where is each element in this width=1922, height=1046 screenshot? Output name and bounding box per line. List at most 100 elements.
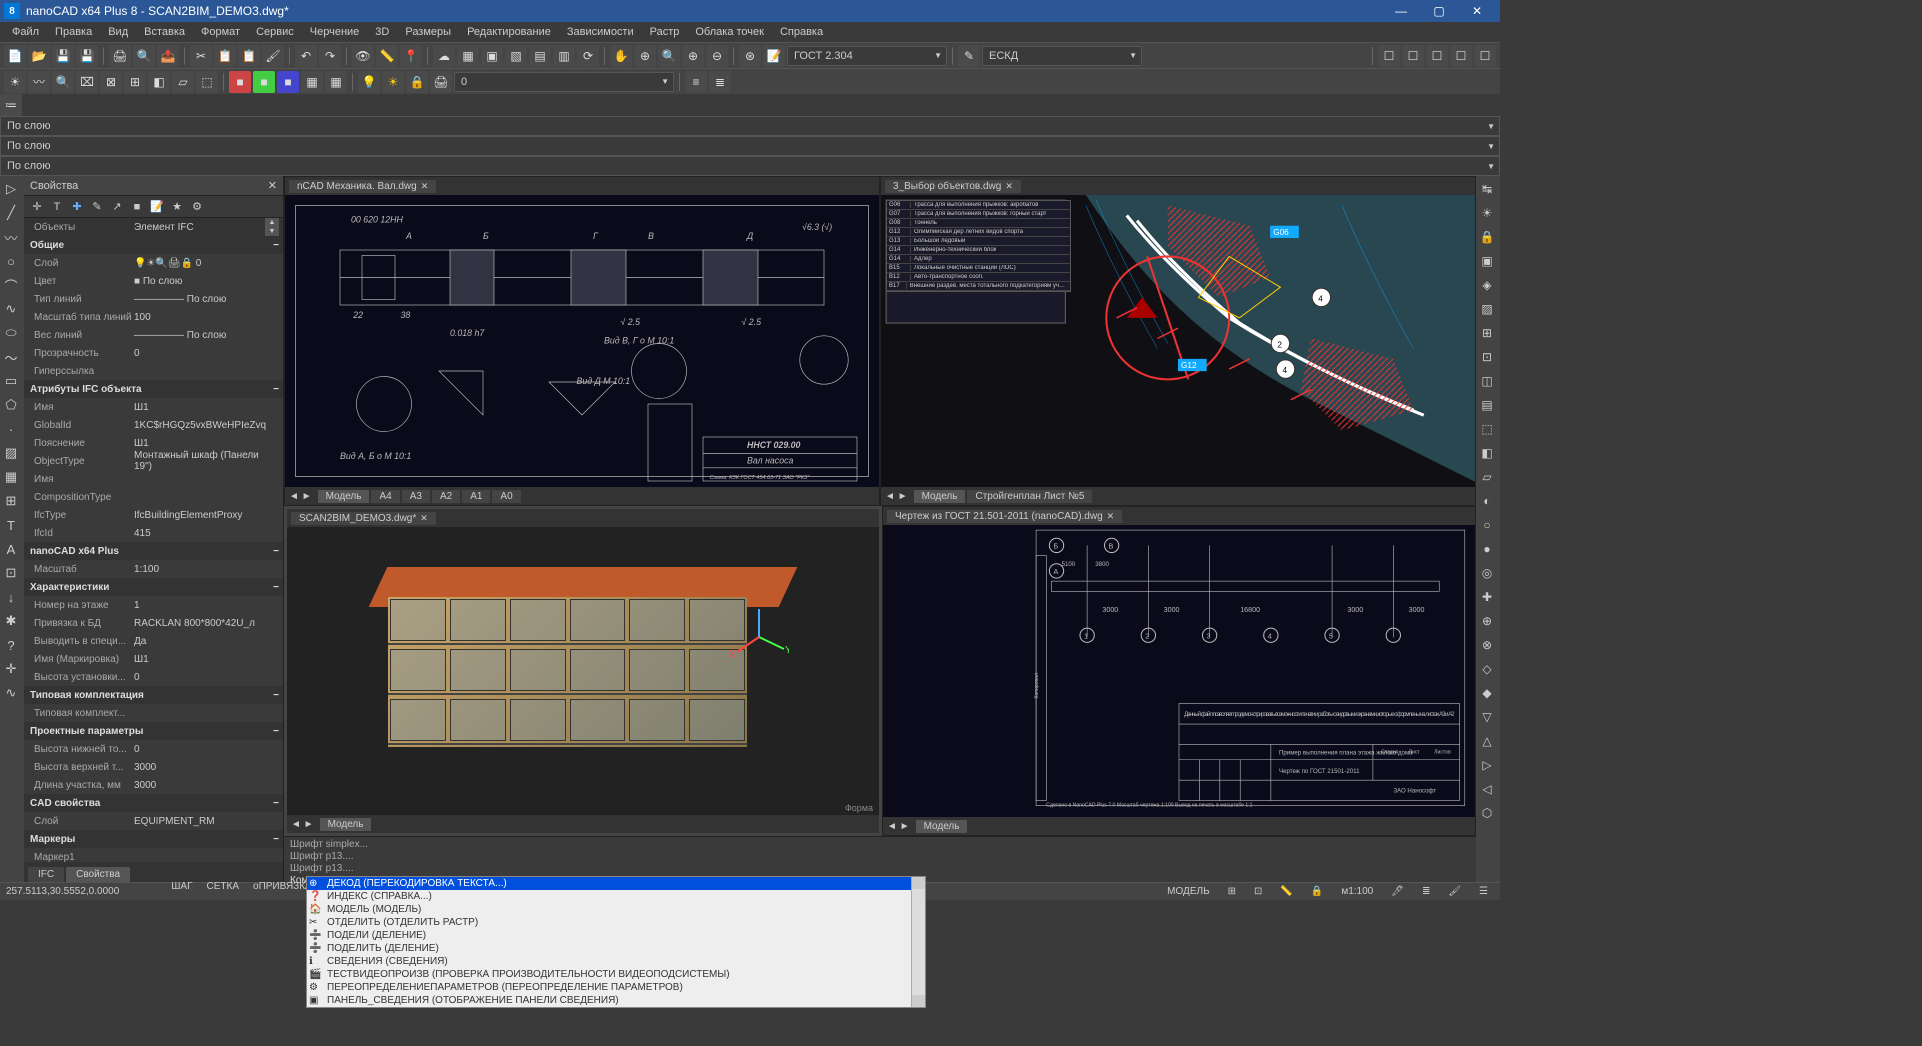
star-icon[interactable]: ✱ xyxy=(0,610,22,632)
viewport-bottom-tab[interactable]: A2 xyxy=(432,490,460,503)
form2-icon[interactable]: ▣ xyxy=(481,45,503,67)
viewport-bottom-tab[interactable]: A1 xyxy=(462,490,490,503)
properties-body[interactable]: Общие−Слой💡☀🔍🖨🔒 0Цвет■ По слоюТип линий—… xyxy=(24,236,283,862)
polyline-icon[interactable]: 〰 xyxy=(0,226,22,248)
props-row[interactable]: ObjectTypeМонтажный шкаф (Панели 19") xyxy=(24,452,283,470)
props-tb-8[interactable]: ★ xyxy=(168,198,186,216)
lineweight-dropdown[interactable]: По слою xyxy=(0,156,1500,176)
just-icon-1[interactable]: ≡ xyxy=(685,71,707,93)
spline-icon[interactable]: ～ xyxy=(0,346,22,368)
r-icon-27[interactable]: ⬡ xyxy=(1476,802,1498,824)
form4-icon[interactable]: ▤ xyxy=(529,45,551,67)
close-button[interactable]: ✕ xyxy=(1458,0,1496,22)
redo-icon[interactable]: ↷ xyxy=(319,45,341,67)
v2-canvas[interactable]: G06 G12 2 4 4 xyxy=(881,195,1475,487)
props-section[interactable]: Атрибуты IFC объекта− xyxy=(24,380,283,398)
form-icon[interactable]: ▦ xyxy=(457,45,479,67)
autocomplete-item[interactable]: 🎬ТЕСТВИДЕОПРОИЗВ (ПРОВЕРКА ПРОИЗВОДИТЕЛЬ… xyxy=(307,968,925,981)
sb-menu-icon[interactable]: ☰ xyxy=(1473,885,1494,898)
props-row[interactable]: Имя (Маркировка)Ш1 xyxy=(24,650,283,668)
props-row[interactable]: Маркер1 xyxy=(24,848,283,862)
viewport-bottom-tab[interactable]: A4 xyxy=(371,490,399,503)
menu-облака точек[interactable]: Облака точек xyxy=(687,24,772,40)
zoomout-icon[interactable]: ⊖ xyxy=(706,45,728,67)
menu-зависимости[interactable]: Зависимости xyxy=(559,24,642,40)
r-icon-19[interactable]: ⊕ xyxy=(1476,610,1498,632)
props-row[interactable]: Вес линий————— По слою xyxy=(24,326,283,344)
props-section[interactable]: Характеристики− xyxy=(24,578,283,596)
autocomplete-item[interactable]: ➗ПОДЕЛИТЬ (ДЕЛЕНИЕ) xyxy=(307,942,925,955)
cut-icon[interactable]: ✂ xyxy=(190,45,212,67)
r-icon-26[interactable]: ◁ xyxy=(1476,778,1498,800)
props-row[interactable]: IfcTypeIfcBuildingElementProxy xyxy=(24,506,283,524)
ellipse-icon[interactable]: ⬭ xyxy=(0,322,22,344)
t2-icon-1[interactable]: ☀ xyxy=(4,71,26,93)
props-row[interactable]: GlobalId1KC$rHGQz5vxBWeHPIeZvq xyxy=(24,416,283,434)
zoomext-icon[interactable]: ⊕ xyxy=(634,45,656,67)
format-paint-icon[interactable]: 🖌 xyxy=(262,45,284,67)
viewport-bottom-tab[interactable]: A0 xyxy=(492,490,520,503)
form3-icon[interactable]: ▧ xyxy=(505,45,527,67)
props-tb-2[interactable]: T xyxy=(48,198,66,216)
t2-icon-2[interactable]: 〰 xyxy=(28,71,50,93)
menu-размеры[interactable]: Размеры xyxy=(397,24,459,40)
menu-сервис[interactable]: Сервис xyxy=(248,24,302,40)
r-icon-18[interactable]: ✚ xyxy=(1476,586,1498,608)
r-icon-21[interactable]: ◇ xyxy=(1476,658,1498,680)
props-row[interactable]: Высота верхней т...3000 xyxy=(24,758,283,776)
polygon-icon[interactable]: ⬠ xyxy=(0,394,22,416)
r-icon-9[interactable]: ◫ xyxy=(1476,370,1498,392)
arc-icon[interactable]: ⌒ xyxy=(0,274,22,296)
win5-icon[interactable]: ☐ xyxy=(1474,45,1496,67)
refresh-icon[interactable]: ⟳ xyxy=(577,45,599,67)
props-section[interactable]: nanoCAD x64 Plus− xyxy=(24,542,283,560)
autocomplete-item[interactable]: 🏠МОДЕЛЬ (МОДЕЛЬ) xyxy=(307,903,925,916)
win1-icon[interactable]: ☐ xyxy=(1378,45,1400,67)
object-nav-down-icon[interactable]: ▼ xyxy=(265,227,279,236)
help-icon[interactable]: ? xyxy=(0,634,22,656)
cloud-icon[interactable]: ☁ xyxy=(433,45,455,67)
font-dropdown[interactable]: ГОСТ 2.304 xyxy=(787,46,947,66)
mtext-icon[interactable]: A xyxy=(0,538,22,560)
v3-tab[interactable]: SCAN2BIM_DEMO3.dwg*✕ xyxy=(291,512,436,525)
r-icon-10[interactable]: ▤ xyxy=(1476,394,1498,416)
maximize-button[interactable]: ▢ xyxy=(1420,0,1458,22)
paste-icon[interactable]: 📋 xyxy=(238,45,260,67)
r-icon-5[interactable]: ◈ xyxy=(1476,274,1498,296)
orbit-icon[interactable]: ⊛ xyxy=(739,45,761,67)
insert-icon[interactable]: ↓ xyxy=(0,586,22,608)
viewport-bottom-tab[interactable]: A3 xyxy=(402,490,430,503)
t2-icon-3[interactable]: 🔍 xyxy=(52,71,74,93)
r-icon-2[interactable]: ☀ xyxy=(1476,202,1498,224)
hatch-icon[interactable]: ▨ xyxy=(0,442,22,464)
props-row[interactable]: CompositionType xyxy=(24,488,283,506)
props-row[interactable]: Имя xyxy=(24,470,283,488)
layer-dropdown[interactable]: 0 xyxy=(454,72,674,92)
t2-color-5[interactable]: ▦ xyxy=(325,71,347,93)
r-icon-17[interactable]: ◎ xyxy=(1476,562,1498,584)
props-row[interactable]: IfcId415 xyxy=(24,524,283,542)
form5-icon[interactable]: ▥ xyxy=(553,45,575,67)
props-row[interactable]: Гиперссылка xyxy=(24,362,283,380)
layer-sun-icon[interactable]: ☀ xyxy=(382,71,404,93)
pointer-icon[interactable]: ▷ xyxy=(0,178,22,200)
sb-toggle-шаг[interactable]: ШАГ xyxy=(165,880,198,904)
sb-toggle-сетка[interactable]: СЕТКА xyxy=(201,880,246,904)
t2-icon-9[interactable]: ⬚ xyxy=(196,71,218,93)
autocomplete-item[interactable]: ➗ПОДЕЛИ (ДЕЛЕНИЕ) xyxy=(307,929,925,942)
v2-tab-close-icon[interactable]: ✕ xyxy=(1005,181,1013,191)
copy-icon[interactable]: 📋 xyxy=(214,45,236,67)
props-tb-6[interactable]: ■ xyxy=(128,198,146,216)
table-icon[interactable]: ⊞ xyxy=(0,490,22,512)
r-icon-11[interactable]: ⬚ xyxy=(1476,418,1498,440)
tab-ifc[interactable]: IFC xyxy=(28,867,64,882)
props-section[interactable]: Типовая комплектация− xyxy=(24,686,283,704)
props-row[interactable]: Типовая комплект... xyxy=(24,704,283,722)
t2-color-3[interactable]: ■ xyxy=(277,71,299,93)
t2-icon-8[interactable]: ▱ xyxy=(172,71,194,93)
v4-tab-close-icon[interactable]: ✕ xyxy=(1107,511,1115,521)
viewer-icon[interactable]: 👁 xyxy=(352,45,374,67)
r-icon-14[interactable]: ◐ xyxy=(1476,490,1498,512)
props-row[interactable]: Привязка к БДRACKLAN 800*800*42U_л xyxy=(24,614,283,632)
linetype-dropdown[interactable]: По слою xyxy=(0,136,1500,156)
